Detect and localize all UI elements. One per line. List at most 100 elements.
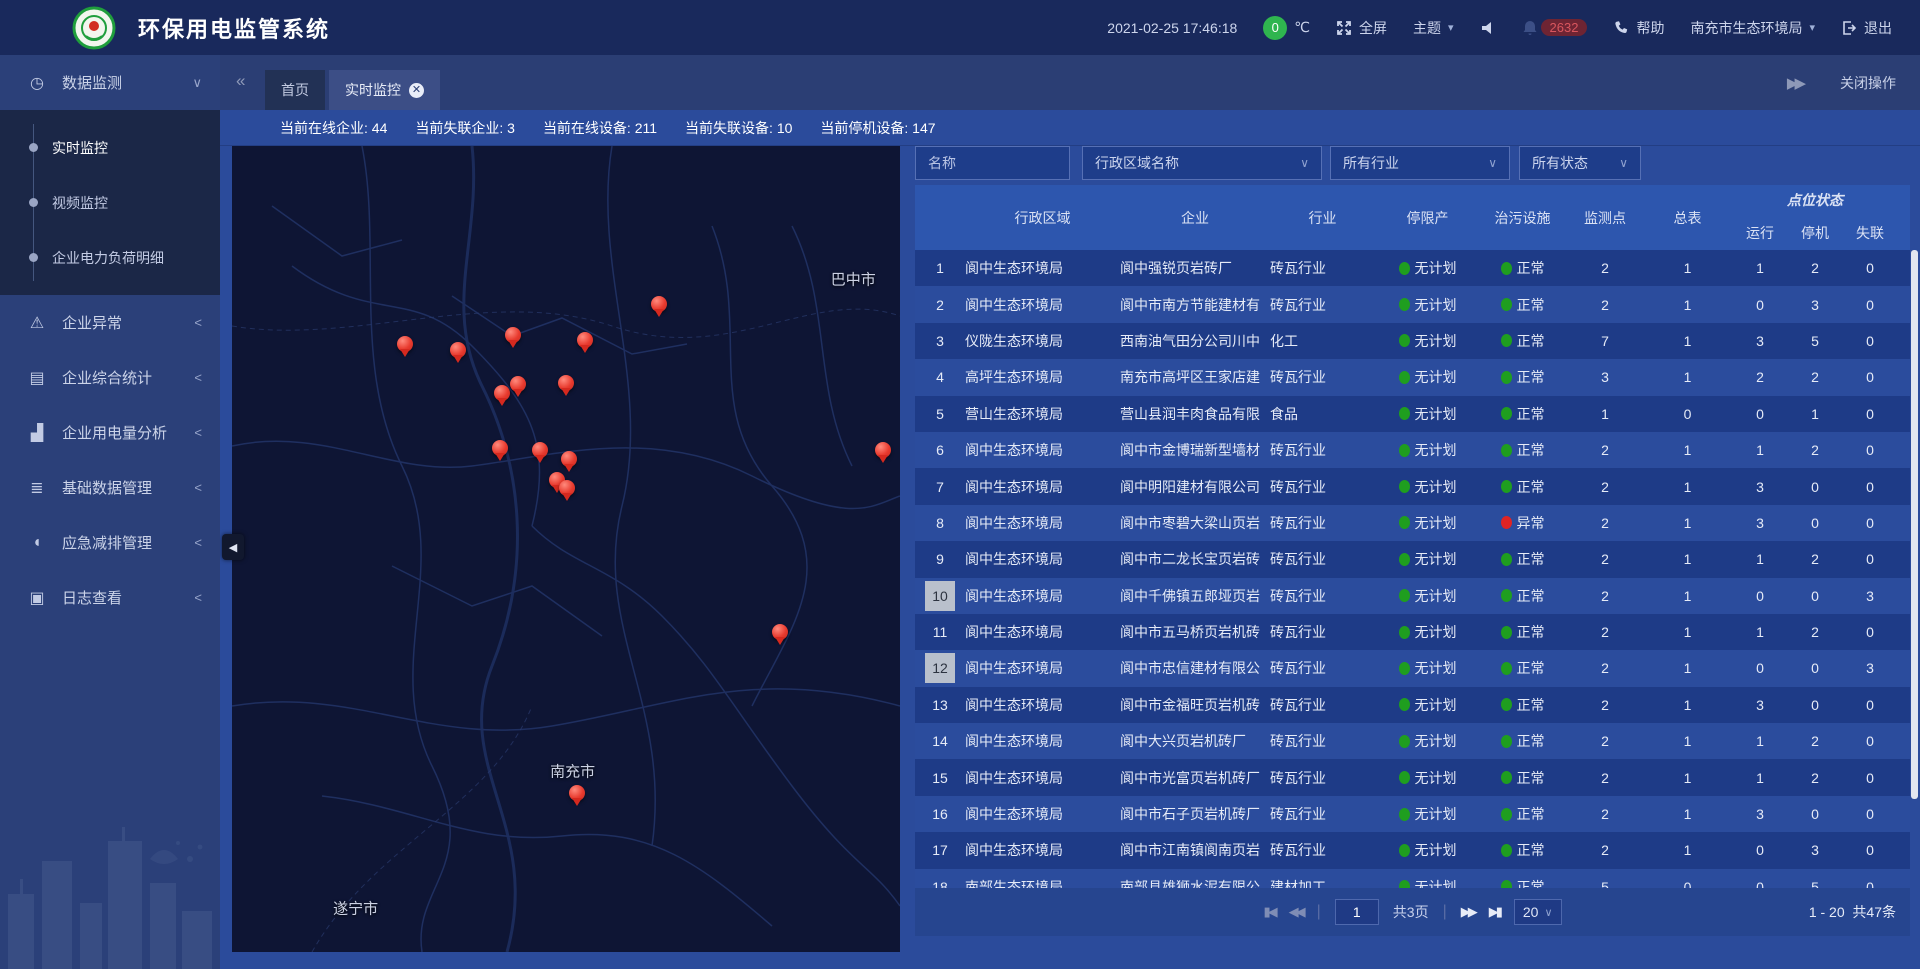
map-pin[interactable] (569, 785, 585, 801)
page-size-select[interactable]: 20∨ (1514, 899, 1562, 925)
map-collapse-button[interactable]: ◀ (222, 534, 244, 560)
sidebar-group-1[interactable]: ⚠企业异常< (0, 295, 220, 350)
sidebar-group-4[interactable]: ≣基础数据管理< (0, 460, 220, 515)
divider: | (1443, 903, 1447, 921)
table-row[interactable]: 1阆中生态环境局阆中强锐页岩砖厂砖瓦行业无计划正常21120 (915, 250, 1910, 286)
map-pin[interactable] (450, 342, 466, 358)
col-industry: 行业 (1270, 185, 1375, 250)
region-filter-select[interactable]: 行政区域名称∨ (1082, 146, 1322, 180)
tab-首页[interactable]: 首页 (265, 70, 325, 110)
help-button[interactable]: 帮助 (1613, 18, 1664, 38)
sidebar-item-企业电力负荷明细[interactable]: 企业电力负荷明细 (0, 230, 220, 285)
chevron-down-icon: ▾ (1809, 21, 1815, 34)
table-row[interactable]: 18南部生态环境局南部县雄狮水泥有限公建材加工无计划正常50050 (915, 869, 1910, 888)
sidebar-submenu: 实时监控视频监控企业电力负荷明细 (0, 110, 220, 295)
table-row[interactable]: 8阆中生态环境局阆中市枣碧大梁山页岩砖瓦行业无计划异常21300 (915, 505, 1910, 541)
table-scrollbar[interactable] (1911, 250, 1918, 888)
fullscreen-button[interactable]: 全屏 (1336, 18, 1387, 38)
table-row[interactable]: 4高坪生态环境局南充市高坪区王家店建砖瓦行业无计划正常31220 (915, 359, 1910, 395)
map-pin[interactable] (577, 332, 593, 348)
cell-stop: 0 (1790, 515, 1840, 531)
table-row[interactable]: 7阆中生态环境局阆中明阳建材有限公司砖瓦行业无计划正常21300 (915, 468, 1910, 504)
gauge-icon: ◷ (26, 73, 48, 93)
prev-page-button[interactable]: ◀◀ (1289, 904, 1303, 920)
sidebar-group-5[interactable]: ◖应急减排管理< (0, 515, 220, 570)
chevron-down-icon: ∨ (1544, 906, 1552, 919)
mute-button[interactable] (1480, 20, 1496, 36)
theme-menu[interactable]: 主题▾ (1413, 18, 1454, 38)
table-row[interactable]: 17阆中生态环境局阆中市江南镇阆南页岩砖瓦行业无计划正常21030 (915, 832, 1910, 868)
cell-region: 阆中生态环境局 (965, 731, 1120, 751)
cell-run: 1 (1730, 442, 1790, 458)
map-pin[interactable] (492, 440, 508, 456)
table-row[interactable]: 12阆中生态环境局阆中市忠信建材有限公砖瓦行业无计划正常21003 (915, 650, 1910, 686)
cell-company: 西南油气田分公司川中 (1120, 331, 1270, 351)
name-filter-input[interactable] (915, 146, 1070, 180)
cell-industry: 砖瓦行业 (1270, 731, 1375, 751)
cell-index: 15 (915, 763, 965, 793)
close-icon[interactable]: ✕ (409, 83, 424, 98)
cell-monitor: 2 (1565, 260, 1645, 276)
map-pin[interactable] (651, 296, 667, 312)
table-row[interactable]: 3仪陇生态环境局西南油气田分公司川中化工无计划正常71350 (915, 323, 1910, 359)
cell-plan: 无计划 (1375, 295, 1480, 315)
cell-stop: 5 (1790, 333, 1840, 349)
tabs-collapse-icon[interactable]: « (236, 71, 245, 91)
stats-bar: 当前在线企业: 44当前失联企业: 3当前在线设备: 211当前失联设备: 10… (220, 110, 1920, 146)
sidebar-group-label: 企业异常 (62, 312, 122, 333)
filter-bar: 行政区域名称∨ 所有行业∨ 所有状态∨ (915, 146, 1910, 180)
cell-monitor: 5 (1565, 879, 1645, 888)
status-filter-select[interactable]: 所有状态∨ (1519, 146, 1641, 180)
table-row[interactable]: 13阆中生态环境局阆中市金福旺页岩机砖砖瓦行业无计划正常21300 (915, 687, 1910, 723)
sidebar-group-3[interactable]: ▟企业用电量分析< (0, 405, 220, 460)
industry-filter-select[interactable]: 所有行业∨ (1330, 146, 1510, 180)
table-row[interactable]: 15阆中生态环境局阆中市光富页岩机砖厂砖瓦行业无计划正常21120 (915, 759, 1910, 795)
status-dot-green (1501, 589, 1512, 602)
tab-实时监控[interactable]: 实时监控✕ (329, 70, 440, 110)
first-page-button[interactable]: ▮◀ (1263, 904, 1274, 920)
cell-industry: 砖瓦行业 (1270, 622, 1375, 642)
map-pin[interactable] (558, 375, 574, 391)
table-row[interactable]: 5营山生态环境局营山县润丰肉食品有限食品无计划正常10010 (915, 396, 1910, 432)
table-row[interactable]: 10阆中生态环境局阆中千佛镇五郎垭页岩砖瓦行业无计划正常21003 (915, 578, 1910, 614)
map-pin[interactable] (397, 336, 413, 352)
col-point-status: 点位状态 (1730, 185, 1900, 215)
table-row[interactable]: 9阆中生态环境局阆中市二龙长宝页岩砖砖瓦行业无计划正常21120 (915, 541, 1910, 577)
map-pin[interactable] (494, 385, 510, 401)
last-page-button[interactable]: ▶▮ (1489, 904, 1500, 920)
status-dot-green (1399, 808, 1410, 821)
cell-index: 1 (915, 253, 965, 283)
scrollbar-thumb[interactable] (1911, 250, 1918, 799)
status-dot-green (1501, 698, 1512, 711)
map-panel[interactable]: 巴中市南充市遂宁市 (232, 146, 900, 952)
map-pin[interactable] (561, 451, 577, 467)
next-page-button[interactable]: ▶▶ (1461, 904, 1475, 920)
sidebar-item-视频监控[interactable]: 视频监控 (0, 175, 220, 230)
table-row[interactable]: 2阆中生态环境局阆中市南方节能建材有砖瓦行业无计划正常21030 (915, 286, 1910, 322)
sidebar-group-0[interactable]: ◷数据监测∨ (0, 55, 220, 110)
cell-monitor: 1 (1565, 406, 1645, 422)
cell-stop: 0 (1790, 660, 1840, 676)
map-pin[interactable] (772, 624, 788, 640)
table-row[interactable]: 6阆中生态环境局阆中市金博瑞新型墙材砖瓦行业无计划正常21120 (915, 432, 1910, 468)
cell-region: 阆中生态环境局 (965, 695, 1120, 715)
cell-index: 11 (915, 617, 965, 647)
page-number-input[interactable] (1335, 899, 1379, 925)
notifications[interactable]: 2632 (1522, 19, 1588, 36)
user-org-menu[interactable]: 南充市生态环境局▾ (1690, 18, 1815, 38)
table-row[interactable]: 14阆中生态环境局阆中大兴页岩机砖厂砖瓦行业无计划正常21120 (915, 723, 1910, 759)
cell-company: 阆中市金博瑞新型墙材 (1120, 440, 1270, 460)
table-row[interactable]: 11阆中生态环境局阆中市五马桥页岩机砖砖瓦行业无计划正常21120 (915, 614, 1910, 650)
cell-industry: 砖瓦行业 (1270, 695, 1375, 715)
cell-facility: 正常 (1480, 622, 1565, 642)
close-operations-button[interactable]: 关闭操作 (1840, 73, 1896, 93)
tabs-forward-icon[interactable]: ▶▶ (1787, 74, 1802, 92)
sidebar-group-6[interactable]: ▣日志查看< (0, 570, 220, 625)
logout-button[interactable]: 退出 (1841, 18, 1892, 38)
col-region: 行政区域 (965, 185, 1120, 250)
status-dot-green (1399, 735, 1410, 748)
map-pin[interactable] (559, 480, 575, 496)
table-row[interactable]: 16阆中生态环境局阆中市石子页岩机砖厂砖瓦行业无计划正常21300 (915, 796, 1910, 832)
sidebar-group-2[interactable]: ▤企业综合统计< (0, 350, 220, 405)
sidebar-item-实时监控[interactable]: 实时监控 (0, 120, 220, 175)
